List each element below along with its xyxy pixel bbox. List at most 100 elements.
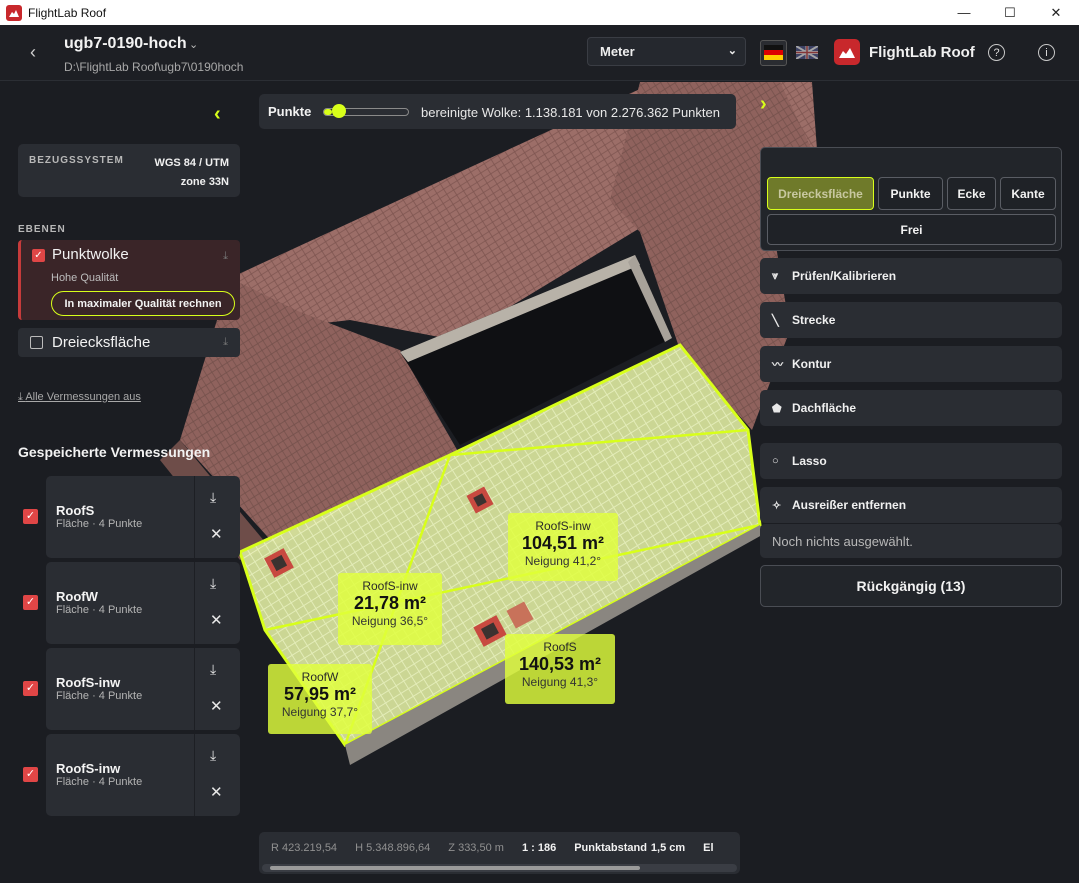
measurement-label[interactable]: RoofS-inw 21,78 m² Neigung 36,5° [338,573,442,645]
status-scrollbar[interactable] [262,864,737,872]
tool-pruefen-kalibrieren[interactable]: ⩔ Prüfen/Kalibrieren [760,258,1062,294]
mode-punkte-button[interactable]: Punkte [878,177,943,210]
download-all-text: Alle Vermessungen aus [25,391,141,403]
points-slider-thumb[interactable] [331,104,346,118]
delete-icon[interactable]: ✕ [210,697,223,715]
measurement-name: RoofS-inw [56,761,121,776]
measurement-card[interactable]: ✓ RoofS-inw Fläche · 4 Punkte ⤓ ✕ [18,734,240,816]
ruler-icon: ╲ [772,314,779,327]
measurement-checkbox[interactable]: ✓ [23,767,38,782]
label-slope: Neigung 41,2° [524,554,602,568]
measurement-checkbox[interactable]: ✓ [23,509,38,524]
layer-checkbox[interactable] [30,336,43,349]
app-window: FlightLab Roof — ☐ ✕ ‹ ugb7-0190-hoch ⌄ … [0,0,1079,883]
german-flag-icon[interactable] [760,40,787,66]
coord-h: H 5.348.896,64 [355,842,431,854]
label-slope: Neigung 37,7° [281,705,359,719]
maximize-button[interactable]: ☐ [987,0,1033,25]
measurement-card[interactable]: ✓ RoofS Fläche · 4 Punkte ⤓ ✕ [18,476,240,558]
download-icon[interactable]: ⤓ [210,661,216,678]
tool-lasso[interactable]: ○ Lasso [760,443,1062,479]
layers-section-title: EBENEN [18,224,66,235]
collapse-right-icon[interactable]: › [760,93,767,116]
delete-icon[interactable]: ✕ [210,525,223,543]
tool-ausreisser-entfernen[interactable]: ✧ Ausreißer entfernen [760,487,1062,523]
project-path: D:\FlightLab Roof\ugb7\0190hoch [64,60,244,74]
tool-label: Kontur [792,357,832,371]
label-area: 57,95 m² [283,684,357,704]
label-area: 21,78 m² [353,593,427,613]
label-area: 104,51 m² [521,533,605,553]
measurement-checkbox[interactable]: ✓ [23,595,38,610]
measurement-card[interactable]: ✓ RoofW Fläche · 4 Punkte ⤓ ✕ [18,562,240,644]
layer-punktwolke[interactable]: ✓ Punktwolke ⤓ Hohe Qualität In maximale… [18,240,240,320]
measurement-card[interactable]: ✓ RoofS-inw Fläche · 4 Punkte ⤓ ✕ [18,648,240,730]
tool-label: Dachfläche [792,401,857,415]
layer-name: Dreiecksfläche [52,334,151,351]
measurement-label[interactable]: RoofS 140,53 m² Neigung 41,3° [505,634,615,704]
tool-label: Strecke [792,313,836,327]
reference-system-line2: zone 33N [180,176,229,188]
lasso-icon: ○ [772,455,779,467]
download-icon[interactable]: ⤓ [223,336,228,349]
points-density-bar: Punkte bereinigte Wolke: 1.138.181 von 2… [259,94,736,129]
project-name[interactable]: ugb7-0190-hoch [64,35,187,53]
measurement-name: RoofW [56,589,98,604]
measurement-desc: Fläche · 4 Punkte [56,518,143,530]
mode-ecke-button[interactable]: Ecke [947,177,996,210]
measurement-label[interactable]: RoofW 57,95 m² Neigung 37,7° [268,664,372,734]
reference-system-value: WGS 84 / UTM zone 33N [154,154,229,192]
measurement-name: RoofS [56,503,95,518]
uk-flag-icon[interactable] [795,45,819,60]
coord-z: Z 333,50 m [448,842,504,854]
layer-dreiecksflaeche[interactable]: Dreiecksfläche ⤓ [18,328,240,357]
undo-button[interactable]: Rückgängig (13) [760,565,1062,607]
layer-name: Punktwolke [52,246,129,263]
reference-system-label: BEZUGSSYSTEM [29,155,124,166]
measurement-name: RoofS-inw [56,675,121,690]
minimize-button[interactable]: — [941,0,987,25]
download-icon[interactable]: ⤓ [223,250,228,263]
delete-icon[interactable]: ✕ [210,783,223,801]
unit-select-value: Meter [600,44,635,59]
info-icon[interactable]: i [1038,44,1055,61]
measurement-checkbox[interactable]: ✓ [23,681,38,696]
points-label: Punkte [268,104,312,119]
window-title: FlightLab Roof [28,5,107,20]
mode-frei-button[interactable]: Frei [767,214,1056,245]
unit-select[interactable]: Meter ⌄ [587,37,746,66]
help-icon[interactable]: ? [988,44,1005,61]
outlier-icon: ✧ [772,499,782,512]
saved-measurements-title: Gespeicherte Vermessungen [18,444,211,460]
window-titlebar: FlightLab Roof — ☐ ✕ [0,0,1079,25]
download-all-link[interactable]: ⤓ Alle Vermessungen aus [18,391,168,404]
label-title: RoofW [301,670,339,684]
download-icon[interactable]: ⤓ [210,575,216,592]
close-window-button[interactable]: ✕ [1033,0,1079,25]
mode-dreiecksflaeche-button[interactable]: Dreiecksfläche [767,177,874,210]
delete-icon[interactable]: ✕ [210,611,223,629]
max-quality-button[interactable]: In maximaler Qualität rechnen [51,291,235,316]
download-icon[interactable]: ⤓ [210,747,216,764]
selection-empty-message: Noch nichts ausgewählt. [760,524,1062,558]
reference-system-box: BEZUGSSYSTEM WGS 84 / UTM zone 33N [18,144,240,197]
layer-checkbox[interactable]: ✓ [32,249,45,262]
brand-logo-icon [834,39,860,65]
tool-strecke[interactable]: ╲ Strecke [760,302,1062,338]
spacing-label: Punktabstand [574,842,647,854]
download-icon[interactable]: ⤓ [210,489,216,506]
status-scrollbar-thumb[interactable] [270,866,640,870]
tool-kontur[interactable]: 〰 Kontur [760,346,1062,382]
back-icon[interactable]: ‹ [22,41,44,63]
collapse-left-icon[interactable]: ‹ [214,103,221,126]
measurement-label[interactable]: RoofS-inw 104,51 m² Neigung 41,2° [508,513,618,581]
check-calibrate-icon: ⩔ [772,269,779,282]
mode-kante-button[interactable]: Kante [1000,177,1056,210]
chevron-down-icon[interactable]: ⌄ [189,38,198,51]
measurement-desc: Fläche · 4 Punkte [56,776,143,788]
tool-dachflaeche[interactable]: ⬟ Dachfläche [760,390,1062,426]
label-area: 140,53 m² [518,654,602,674]
tool-label: Ausreißer entfernen [792,498,907,512]
label-slope: Neigung 36,5° [351,614,429,628]
measurement-desc: Fläche · 4 Punkte [56,604,143,616]
